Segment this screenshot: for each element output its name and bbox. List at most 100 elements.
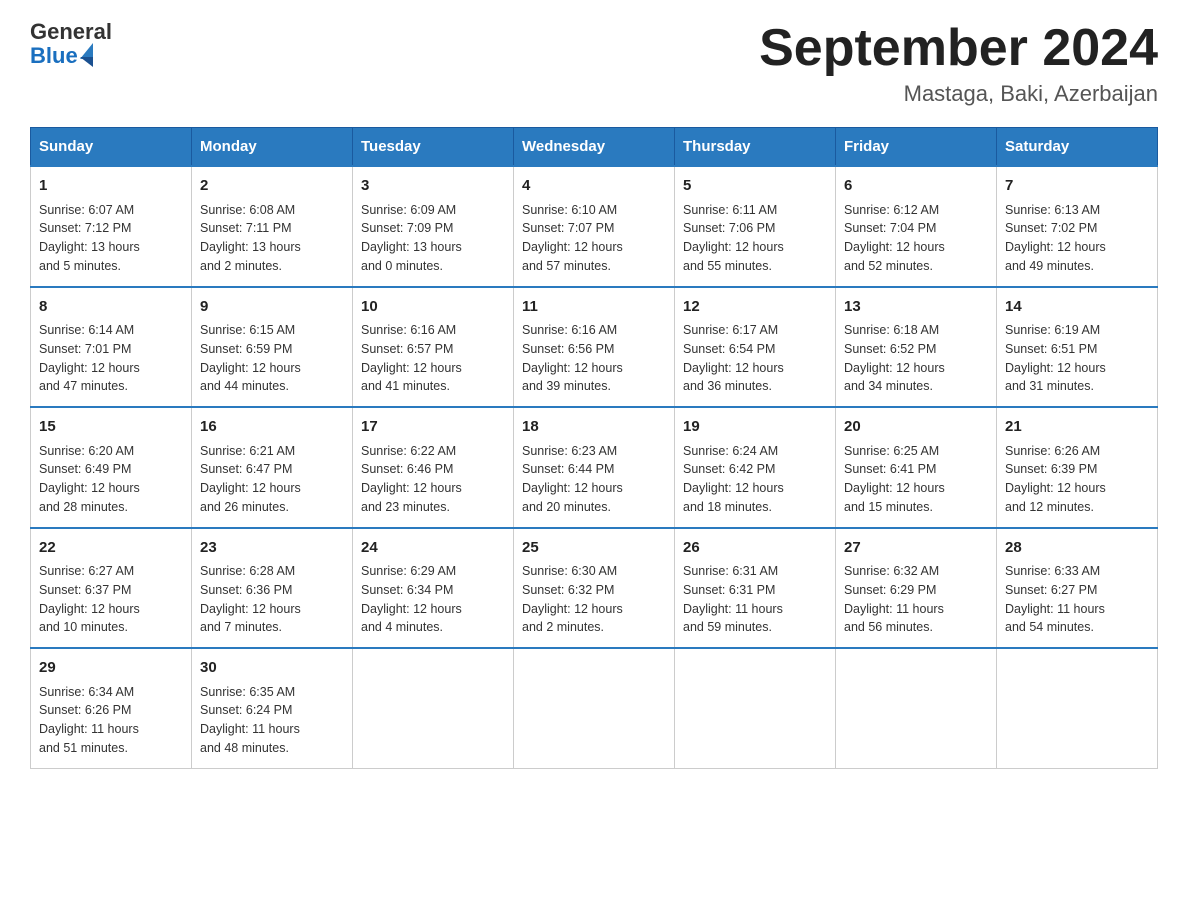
calendar-cell: 7 Sunrise: 6:13 AMSunset: 7:02 PMDaylight… [997,166,1158,287]
day-number: 17 [361,416,505,439]
location-text: Mastaga, Baki, Azerbaijan [759,81,1158,107]
calendar-cell [997,648,1158,768]
day-number: 16 [200,416,344,439]
day-number: 8 [39,296,183,319]
day-number: 1 [39,175,183,198]
day-info: Sunrise: 6:20 AMSunset: 6:49 PMDaylight:… [39,444,140,514]
calendar-week-row: 1 Sunrise: 6:07 AMSunset: 7:12 PMDaylight… [31,166,1158,287]
calendar-cell: 19 Sunrise: 6:24 AMSunset: 6:42 PMDayligh… [675,407,836,528]
day-info: Sunrise: 6:09 AMSunset: 7:09 PMDaylight:… [361,203,462,273]
day-number: 7 [1005,175,1149,198]
day-info: Sunrise: 6:30 AMSunset: 6:32 PMDaylight:… [522,564,623,634]
day-info: Sunrise: 6:27 AMSunset: 6:37 PMDaylight:… [39,564,140,634]
day-info: Sunrise: 6:16 AMSunset: 6:56 PMDaylight:… [522,323,623,393]
day-info: Sunrise: 6:23 AMSunset: 6:44 PMDaylight:… [522,444,623,514]
day-number: 10 [361,296,505,319]
calendar-cell: 25Sunrise: 6:30 AMSunset: 6:32 PMDayligh… [514,528,675,649]
day-number: 27 [844,537,988,560]
day-info: Sunrise: 6:24 AMSunset: 6:42 PMDaylight:… [683,444,784,514]
calendar-cell: 24 Sunrise: 6:29 AMSunset: 6:34 PMDayligh… [353,528,514,649]
day-number: 5 [683,175,827,198]
calendar-cell: 27 Sunrise: 6:32 AMSunset: 6:29 PMDayligh… [836,528,997,649]
day-info: Sunrise: 6:33 AMSunset: 6:27 PMDaylight:… [1005,564,1105,634]
day-info: Sunrise: 6:35 AMSunset: 6:24 PMDaylight:… [200,685,300,755]
day-number: 2 [200,175,344,198]
day-number: 9 [200,296,344,319]
day-info: Sunrise: 6:18 AMSunset: 6:52 PMDaylight:… [844,323,945,393]
weekday-header-saturday: Saturday [997,128,1158,167]
day-info: Sunrise: 6:34 AMSunset: 6:26 PMDaylight:… [39,685,139,755]
calendar-week-row: 15 Sunrise: 6:20 AMSunset: 6:49 PMDayligh… [31,407,1158,528]
day-number: 29 [39,657,183,680]
calendar-cell: 26 Sunrise: 6:31 AMSunset: 6:31 PMDayligh… [675,528,836,649]
day-number: 24 [361,537,505,560]
weekday-header-thursday: Thursday [675,128,836,167]
calendar-cell: 21Sunrise: 6:26 AMSunset: 6:39 PMDayligh… [997,407,1158,528]
day-number: 13 [844,296,988,319]
day-number: 12 [683,296,827,319]
month-title: September 2024 [759,20,1158,77]
day-number: 18 [522,416,666,439]
day-number: 15 [39,416,183,439]
day-info: Sunrise: 6:11 AMSunset: 7:06 PMDaylight:… [683,203,784,273]
day-info: Sunrise: 6:29 AMSunset: 6:34 PMDaylight:… [361,564,462,634]
calendar-cell [675,648,836,768]
day-info: Sunrise: 6:21 AMSunset: 6:47 PMDaylight:… [200,444,301,514]
weekday-header-tuesday: Tuesday [353,128,514,167]
calendar-cell: 10 Sunrise: 6:16 AMSunset: 6:57 PMDayligh… [353,287,514,408]
day-info: Sunrise: 6:19 AMSunset: 6:51 PMDaylight:… [1005,323,1106,393]
day-info: Sunrise: 6:07 AMSunset: 7:12 PMDaylight:… [39,203,140,273]
calendar-cell: 29 Sunrise: 6:34 AMSunset: 6:26 PMDayligh… [31,648,192,768]
calendar-cell: 30 Sunrise: 6:35 AMSunset: 6:24 PMDayligh… [192,648,353,768]
calendar-week-row: 29 Sunrise: 6:34 AMSunset: 6:26 PMDayligh… [31,648,1158,768]
day-number: 11 [522,296,666,319]
day-info: Sunrise: 6:12 AMSunset: 7:04 PMDaylight:… [844,203,945,273]
calendar-cell: 5 Sunrise: 6:11 AMSunset: 7:06 PMDaylight… [675,166,836,287]
calendar-cell: 14Sunrise: 6:19 AMSunset: 6:51 PMDayligh… [997,287,1158,408]
calendar-week-row: 22Sunrise: 6:27 AMSunset: 6:37 PMDayligh… [31,528,1158,649]
day-info: Sunrise: 6:16 AMSunset: 6:57 PMDaylight:… [361,323,462,393]
logo-blue-text: Blue [30,44,78,68]
logo: General Blue [30,20,112,68]
calendar-cell: 6 Sunrise: 6:12 AMSunset: 7:04 PMDaylight… [836,166,997,287]
day-number: 28 [1005,537,1149,560]
day-number: 4 [522,175,666,198]
page-header: General Blue September 2024 Mastaga, Bak… [30,20,1158,107]
day-info: Sunrise: 6:15 AMSunset: 6:59 PMDaylight:… [200,323,301,393]
calendar-cell: 20Sunrise: 6:25 AMSunset: 6:41 PMDayligh… [836,407,997,528]
calendar-body: 1 Sunrise: 6:07 AMSunset: 7:12 PMDaylight… [31,166,1158,768]
weekday-header-sunday: Sunday [31,128,192,167]
day-number: 26 [683,537,827,560]
day-info: Sunrise: 6:31 AMSunset: 6:31 PMDaylight:… [683,564,783,634]
calendar-cell [353,648,514,768]
calendar-cell: 11 Sunrise: 6:16 AMSunset: 6:56 PMDayligh… [514,287,675,408]
calendar-cell: 4Sunrise: 6:10 AMSunset: 7:07 PMDaylight… [514,166,675,287]
day-info: Sunrise: 6:14 AMSunset: 7:01 PMDaylight:… [39,323,140,393]
calendar-cell: 15 Sunrise: 6:20 AMSunset: 6:49 PMDayligh… [31,407,192,528]
calendar-cell: 16 Sunrise: 6:21 AMSunset: 6:47 PMDayligh… [192,407,353,528]
weekday-header-wednesday: Wednesday [514,128,675,167]
day-info: Sunrise: 6:13 AMSunset: 7:02 PMDaylight:… [1005,203,1106,273]
day-number: 30 [200,657,344,680]
day-number: 23 [200,537,344,560]
calendar-cell: 3Sunrise: 6:09 AMSunset: 7:09 PMDaylight… [353,166,514,287]
calendar-cell: 23Sunrise: 6:28 AMSunset: 6:36 PMDayligh… [192,528,353,649]
weekday-header-friday: Friday [836,128,997,167]
calendar-week-row: 8 Sunrise: 6:14 AMSunset: 7:01 PMDaylight… [31,287,1158,408]
calendar-header: SundayMondayTuesdayWednesdayThursdayFrid… [31,128,1158,167]
day-info: Sunrise: 6:22 AMSunset: 6:46 PMDaylight:… [361,444,462,514]
calendar-cell: 18 Sunrise: 6:23 AMSunset: 6:44 PMDayligh… [514,407,675,528]
weekday-header-row: SundayMondayTuesdayWednesdayThursdayFrid… [31,128,1158,167]
day-info: Sunrise: 6:32 AMSunset: 6:29 PMDaylight:… [844,564,944,634]
title-block: September 2024 Mastaga, Baki, Azerbaijan [759,20,1158,107]
calendar-cell: 12Sunrise: 6:17 AMSunset: 6:54 PMDayligh… [675,287,836,408]
day-info: Sunrise: 6:08 AMSunset: 7:11 PMDaylight:… [200,203,301,273]
day-info: Sunrise: 6:25 AMSunset: 6:41 PMDaylight:… [844,444,945,514]
calendar-cell [836,648,997,768]
calendar-cell: 28 Sunrise: 6:33 AMSunset: 6:27 PMDayligh… [997,528,1158,649]
logo-general-text: General [30,20,112,44]
day-number: 19 [683,416,827,439]
calendar-cell: 17 Sunrise: 6:22 AMSunset: 6:46 PMDayligh… [353,407,514,528]
day-number: 6 [844,175,988,198]
calendar-cell: 8 Sunrise: 6:14 AMSunset: 7:01 PMDaylight… [31,287,192,408]
